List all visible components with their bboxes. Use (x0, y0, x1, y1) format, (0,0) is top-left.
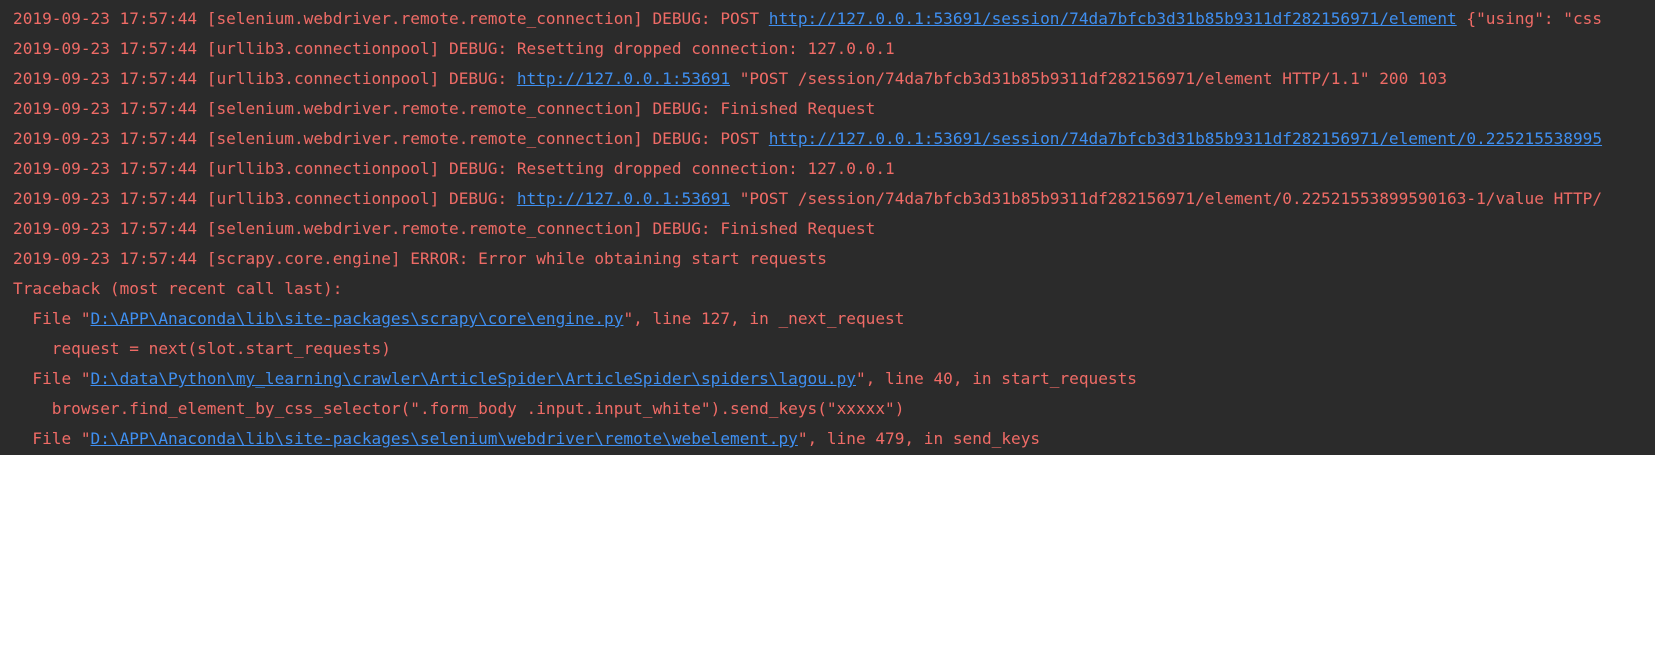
log-line: 2019-09-23 17:57:44 [urllib3.connectionp… (13, 34, 1655, 64)
log-text: "POST /session/74da7bfcb3d31b85b9311df28… (730, 189, 1603, 208)
log-link[interactable]: http://127.0.0.1:53691/session/74da7bfcb… (769, 9, 1457, 28)
log-text: File " (13, 429, 91, 448)
log-text: 2019-09-23 17:57:44 [urllib3.connectionp… (13, 189, 517, 208)
traceback-frame: File "D:\data\Python\my_learning\crawler… (13, 364, 1655, 394)
log-text: ", line 40, in start_requests (855, 369, 1137, 388)
log-line: 2019-09-23 17:57:44 [urllib3.connectionp… (13, 154, 1655, 184)
log-text: 2019-09-23 17:57:44 [urllib3.connectionp… (13, 69, 517, 88)
log-text: 2019-09-23 17:57:44 [selenium.webdriver.… (13, 9, 769, 28)
log-text: request = next(slot.start_requests) (13, 339, 391, 358)
log-link[interactable]: http://127.0.0.1:53691 (517, 189, 730, 208)
log-text: 2019-09-23 17:57:44 [urllib3.connectionp… (13, 39, 895, 58)
log-text: File " (13, 369, 91, 388)
traceback-frame: File "D:\APP\Anaconda\lib\site-packages\… (13, 304, 1655, 334)
log-text: ", line 127, in _next_request (623, 309, 905, 328)
file-link[interactable]: D:\APP\Anaconda\lib\site-packages\seleni… (91, 429, 798, 448)
log-text: ", line 479, in send_keys (797, 429, 1041, 448)
log-text: browser.find_element_by_css_selector(".f… (13, 399, 905, 418)
log-text: 2019-09-23 17:57:44 [urllib3.connectionp… (13, 159, 895, 178)
log-text: "POST /session/74da7bfcb3d31b85b9311df28… (730, 69, 1448, 88)
log-line: 2019-09-23 17:57:44 [selenium.webdriver.… (13, 4, 1655, 34)
log-line: 2019-09-23 17:57:44 [urllib3.connectionp… (13, 184, 1655, 214)
log-line: 2019-09-23 17:57:44 [selenium.webdriver.… (13, 94, 1655, 124)
log-text: File " (13, 309, 91, 328)
log-text: 2019-09-23 17:57:44 [selenium.webdriver.… (13, 219, 876, 238)
log-line: 2019-09-23 17:57:44 [selenium.webdriver.… (13, 124, 1655, 154)
traceback-frame: File "D:\APP\Anaconda\lib\site-packages\… (13, 424, 1655, 454)
traceback-header: Traceback (most recent call last): (13, 274, 1655, 304)
log-text: {"using": "css (1456, 9, 1603, 28)
console-output: 2019-09-23 17:57:44 [selenium.webdriver.… (0, 0, 1655, 455)
log-text: 2019-09-23 17:57:44 [selenium.webdriver.… (13, 99, 876, 118)
log-line: 2019-09-23 17:57:44 [selenium.webdriver.… (13, 214, 1655, 244)
traceback-code: browser.find_element_by_css_selector(".f… (13, 394, 1655, 424)
log-lines: 2019-09-23 17:57:44 [selenium.webdriver.… (13, 4, 1655, 454)
empty-area (0, 455, 1655, 648)
log-link[interactable]: http://127.0.0.1:53691/session/74da7bfcb… (769, 129, 1602, 148)
log-link[interactable]: http://127.0.0.1:53691 (517, 69, 730, 88)
file-link[interactable]: D:\APP\Anaconda\lib\site-packages\scrapy… (91, 309, 624, 328)
traceback-code: request = next(slot.start_requests) (13, 334, 1655, 364)
log-line: 2019-09-23 17:57:44 [urllib3.connectionp… (13, 64, 1655, 94)
log-text: 2019-09-23 17:57:44 [selenium.webdriver.… (13, 129, 769, 148)
file-link[interactable]: D:\data\Python\my_learning\crawler\Artic… (91, 369, 856, 388)
log-line: 2019-09-23 17:57:44 [scrapy.core.engine]… (13, 244, 1655, 274)
log-text: 2019-09-23 17:57:44 [scrapy.core.engine]… (13, 249, 827, 268)
log-text: Traceback (most recent call last): (13, 279, 343, 298)
